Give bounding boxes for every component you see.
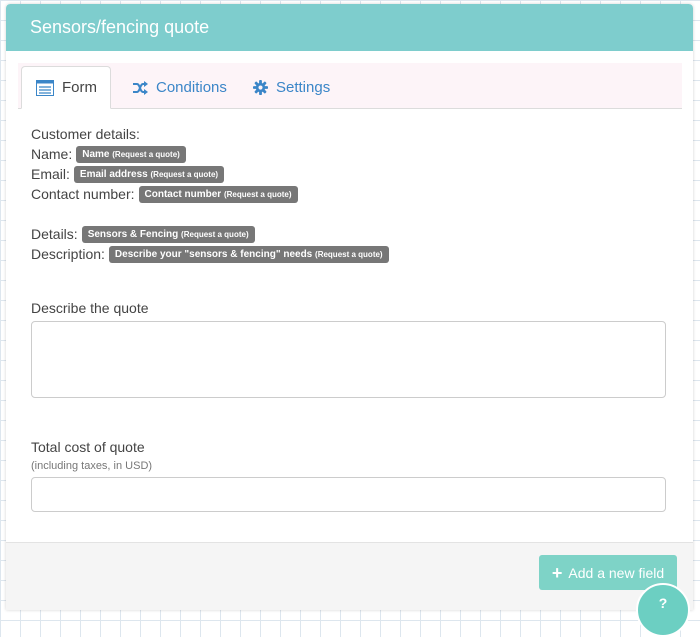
- description-tag[interactable]: Describe your "sensors & fencing" needs …: [108, 245, 389, 263]
- email-tag[interactable]: Email address (Request a quote): [73, 165, 225, 183]
- description-row: Description: Describe your "sensors & fe…: [31, 244, 671, 264]
- quote-panel: Sensors/fencing quote Form Conditions Se…: [6, 4, 693, 610]
- name-tag[interactable]: Name (Request a quote): [76, 145, 186, 163]
- describe-quote-textarea[interactable]: [31, 321, 666, 398]
- form-details: Customer details: Name: Name (Request a …: [31, 124, 671, 264]
- name-row: Name: Name (Request a quote): [31, 144, 671, 164]
- contact-label: Contact number:: [31, 186, 135, 202]
- contact-row: Contact number: Contact number (Request …: [31, 184, 671, 204]
- details-label: Details:: [31, 226, 78, 242]
- total-cost-label: Total cost of quote: [31, 439, 145, 455]
- plus-icon: +: [551, 562, 563, 583]
- panel-footer: + Add a new field: [6, 542, 693, 610]
- contact-tag[interactable]: Contact number (Request a quote): [138, 185, 298, 203]
- total-cost-help: (including taxes, in USD): [31, 460, 153, 472]
- tab-conditions[interactable]: Conditions: [132, 66, 227, 109]
- help-bubble-button[interactable]: ?: [636, 583, 690, 637]
- tabs-bar: Form Conditions Settings: [18, 63, 682, 109]
- email-label: Email:: [31, 166, 70, 182]
- tab-settings-label: Settings: [276, 79, 331, 96]
- tab-conditions-label: Conditions: [156, 79, 227, 96]
- details-row: Details: Sensors & Fencing (Request a qu…: [31, 224, 671, 244]
- form-icon: [36, 79, 54, 96]
- shuffle-icon: [132, 80, 148, 95]
- tab-form[interactable]: Form: [21, 66, 111, 109]
- tab-settings[interactable]: Settings: [253, 66, 330, 109]
- total-cost-input[interactable]: [31, 477, 666, 512]
- add-new-field-label: Add a new field: [568, 564, 665, 581]
- description-label: Description:: [31, 246, 105, 262]
- details-tag[interactable]: Sensors & Fencing (Request a quote): [81, 225, 255, 243]
- gear-icon: [253, 80, 268, 95]
- panel-title: Sensors/fencing quote: [6, 4, 693, 51]
- customer-details-heading: Customer details:: [31, 126, 140, 142]
- describe-quote-label: Describe the quote: [31, 300, 149, 316]
- tab-form-label: Form: [62, 79, 97, 96]
- email-row: Email: Email address (Request a quote): [31, 164, 671, 184]
- name-label: Name:: [31, 146, 73, 162]
